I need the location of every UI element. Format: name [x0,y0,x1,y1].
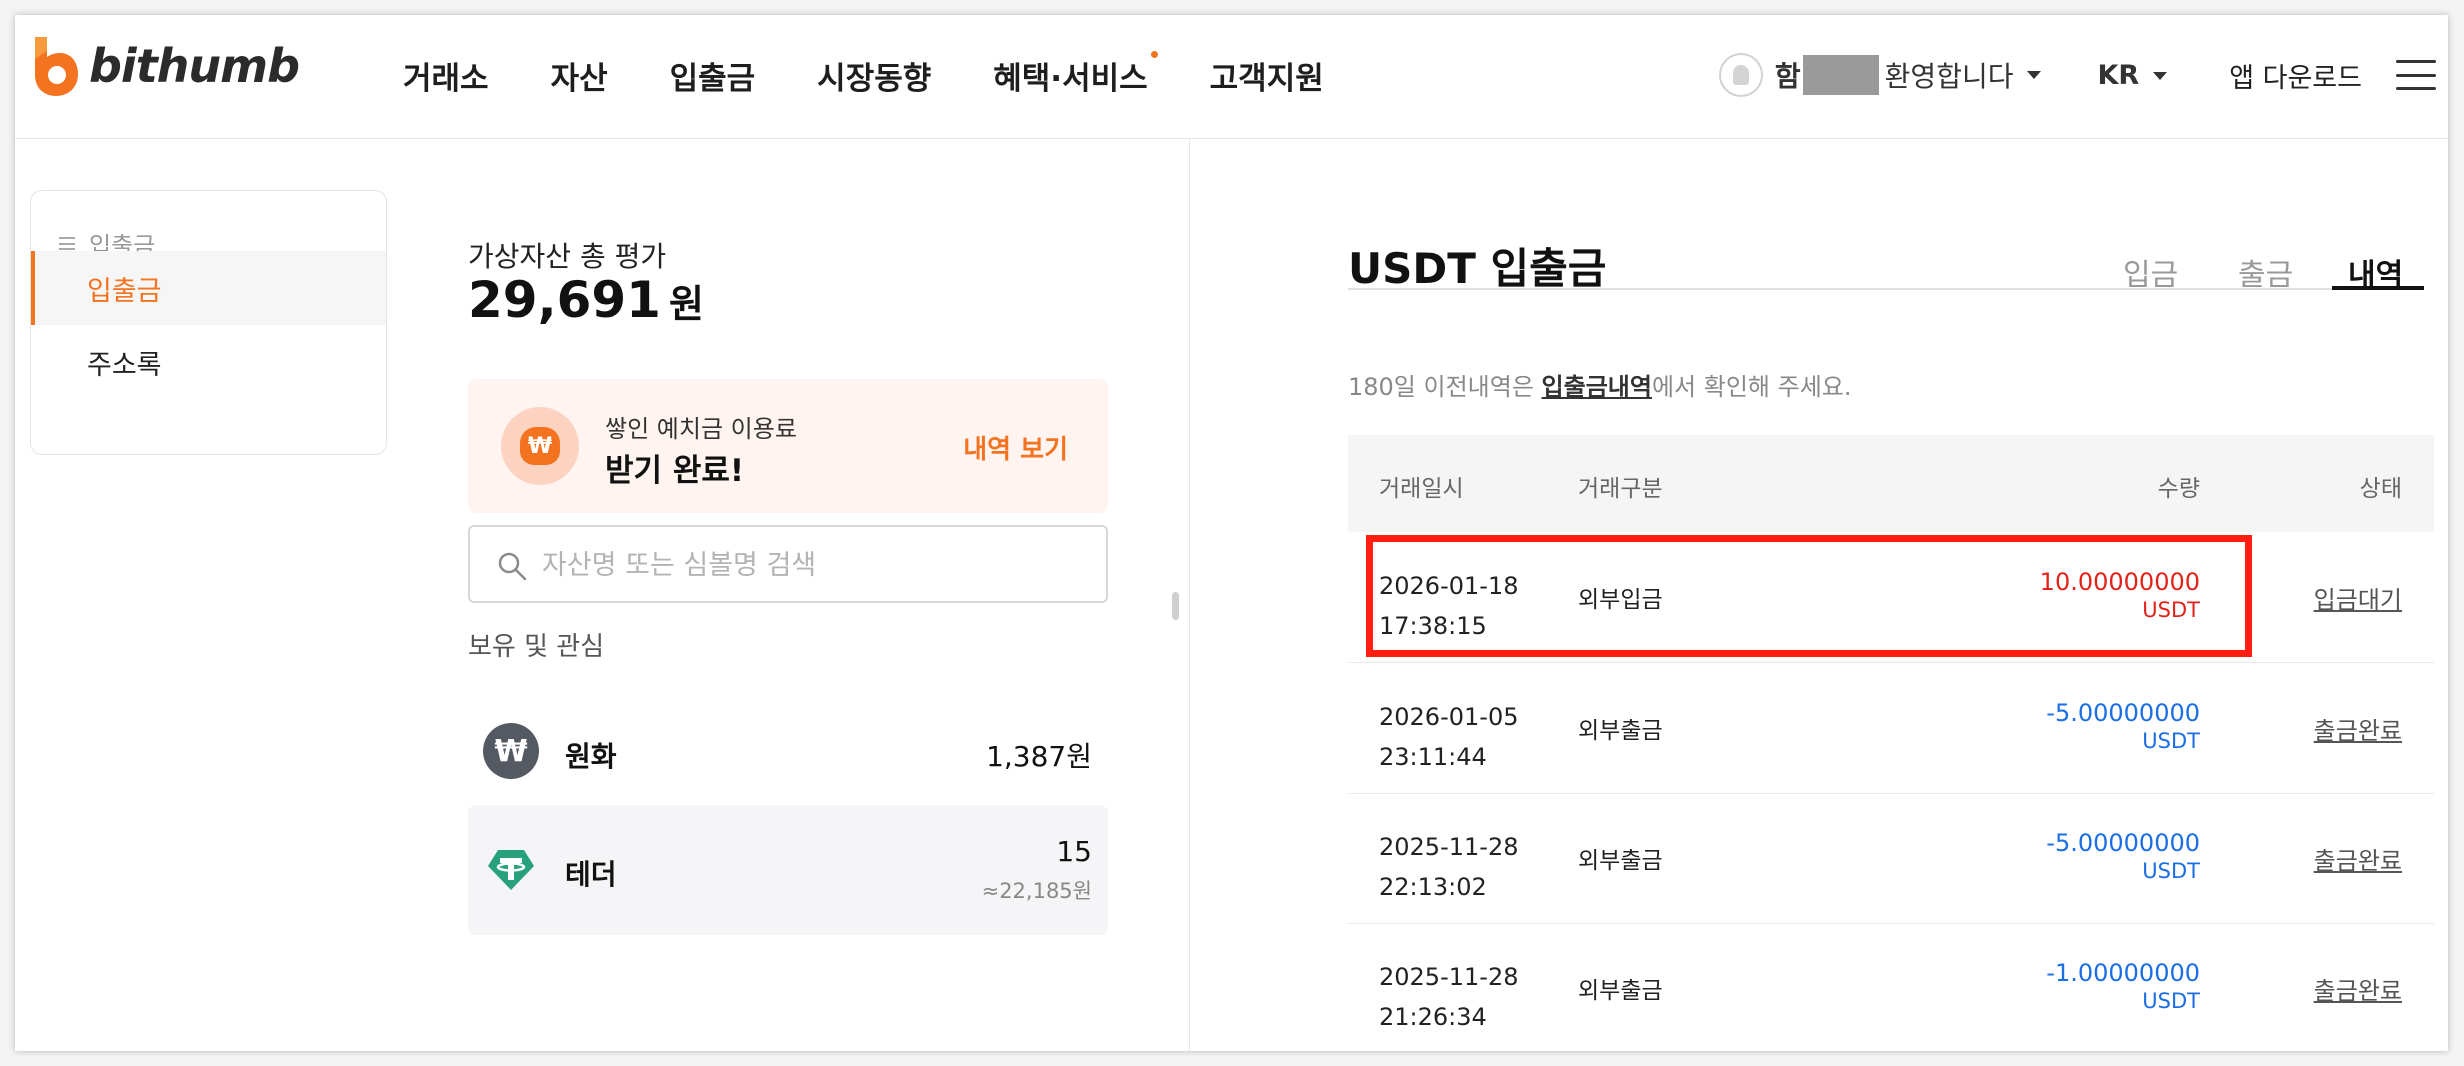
asset-row-krw[interactable]: ₩ 원화 1,387원 [468,711,1108,791]
active-tab-indicator [2332,286,2424,290]
nav-exchange[interactable]: 거래소 [403,53,489,98]
total-valuation-amount: 29,691 [468,271,661,329]
bithumb-logo-icon [35,37,78,96]
main-nav: 거래소 자산 입출금 시장동향 혜택·서비스 고객지원 [403,51,1386,98]
bithumb-logo[interactable]: bithumb [27,35,300,97]
row-datetime: 2025-11-28 22:13:02 [1379,833,1519,901]
nav-benefits-label: 혜택·서비스 [993,61,1148,97]
row-status-link[interactable]: 입금대기 [2314,580,2402,615]
nav-deposit-withdraw[interactable]: 입출금 [670,53,756,98]
row-type: 외부출금 [1578,978,1663,1004]
notice-suffix: 에서 확인해 주세요. [1651,373,1852,401]
history-link[interactable]: 입출금내역 [1542,373,1652,401]
nav-market-trends[interactable]: 시장동향 [817,53,931,98]
asset-krw-equivalent: ≈22,185원 [981,879,1092,903]
asset-search-box [468,525,1108,603]
interest-promo-banner: ₩ 쌓인 예치금 이용료 받기 완료! 내역 보기 [468,379,1108,513]
sidebar-item-address-book[interactable]: 주소록 [31,325,386,399]
column-divider [1189,138,1190,1051]
user-avatar-icon[interactable] [1718,53,1763,97]
table-row: 2026-01-05 23:11:44 외부출금 -5.00000000 USDT … [1348,663,2434,794]
nav-benefits-services[interactable]: 혜택·서비스 [993,51,1158,98]
total-valuation-unit: 원 [668,282,704,326]
row-status-link[interactable]: 출금완료 [2314,971,2402,1006]
table-row: 2025-11-28 21:26:34 외부출금 -1.00000000 USDT … [1348,923,2434,1051]
row-status-link[interactable]: 출금완료 [2314,711,2402,746]
column-header-amount: 수량 [2157,476,2200,502]
row-datetime: 2026-01-05 23:11:44 [1379,703,1519,771]
row-amount: -5.00000000 USDT [2046,829,2200,883]
column-header-datetime: 거래일시 [1379,476,1464,502]
table-header: 거래일시 거래구분 수량 상태 [1348,435,2434,532]
row-datetime: 2025-11-28 21:26:34 [1379,963,1519,1031]
user-name: 함 [1774,60,1801,93]
column-header-type: 거래구분 [1578,476,1663,502]
highlight-box [1366,535,2252,657]
welcome-text[interactable]: 환영합니다 [1885,55,2014,95]
promo-title: 받기 완료! [605,453,745,489]
app-window: bithumb 거래소 자산 입출금 시장동향 혜택·서비스 고객지원 함 환영… [15,15,2448,1051]
tab-bar-line [1348,288,2424,290]
row-amount: -1.00000000 USDT [2046,959,2200,1013]
holdings-label: 보유 및 관심 [468,632,605,662]
sidebar: 입출금 입출금 주소록 [30,190,387,455]
scrollbar-thumb[interactable] [1172,592,1179,620]
redacted-name [1802,55,1879,95]
logo-text: bithumb [89,39,300,93]
row-type: 외부출금 [1578,718,1663,744]
language-label: KR [2097,59,2140,91]
asset-search-input[interactable] [540,537,1084,593]
search-icon [498,552,527,581]
asset-name: 원화 [565,740,617,773]
asset-value: 1,387원 [986,740,1092,773]
asset-row-usdt[interactable]: 테더 15 ≈22,185원 [468,805,1108,935]
promo-subtitle: 쌓인 예치금 이용료 [605,415,797,443]
sidebar-item-deposit-withdraw[interactable]: 입출금 [31,251,386,325]
app-download-link[interactable]: 앱 다운로드 [2229,56,2362,95]
money-bag-icon: ₩ [501,407,579,485]
tether-icon [483,842,539,898]
history-notice: 180일 이전내역은 입출금내역에서 확인해 주세요. [1348,367,1851,402]
view-history-link[interactable]: 내역 보기 [963,429,1068,466]
header-utilities: 함 환영합니다 KR 앱 다운로드 [1718,45,2448,105]
total-valuation-label: 가상자산 총 평가 [468,240,667,273]
krw-icon: ₩ [483,723,539,779]
row-status-link[interactable]: 출금완료 [2314,841,2402,876]
language-select[interactable]: KR [2097,59,2168,91]
new-badge-dot [1150,51,1158,58]
top-header: bithumb 거래소 자산 입출금 시장동향 혜택·서비스 고객지원 함 환영… [15,15,2448,139]
list-icon [59,237,75,250]
asset-summary-column: 가상자산 총 평가 29,691 원 ₩ 쌓인 예치금 이용료 받기 완료! 내역… [468,138,1128,1051]
language-caret-icon [2153,72,2168,80]
asset-value: 15 [1056,835,1092,868]
notice-prefix: 180일 이전내역은 [1348,373,1542,401]
table-row: 2025-11-28 22:13:02 외부출금 -5.00000000 USDT … [1348,793,2434,924]
total-valuation: 29,691 원 [468,271,704,329]
row-amount: -5.00000000 USDT [2046,699,2200,753]
panel-title: USDT 입출금 [1348,244,1607,293]
hamburger-menu-icon[interactable] [2396,60,2436,90]
column-header-status: 상태 [2359,476,2402,502]
asset-name: 테더 [565,858,617,891]
user-menu-caret-icon[interactable] [2027,71,2042,79]
nav-support[interactable]: 고객지원 [1210,53,1324,98]
nav-assets[interactable]: 자산 [551,53,608,98]
row-type: 외부출금 [1578,848,1663,874]
